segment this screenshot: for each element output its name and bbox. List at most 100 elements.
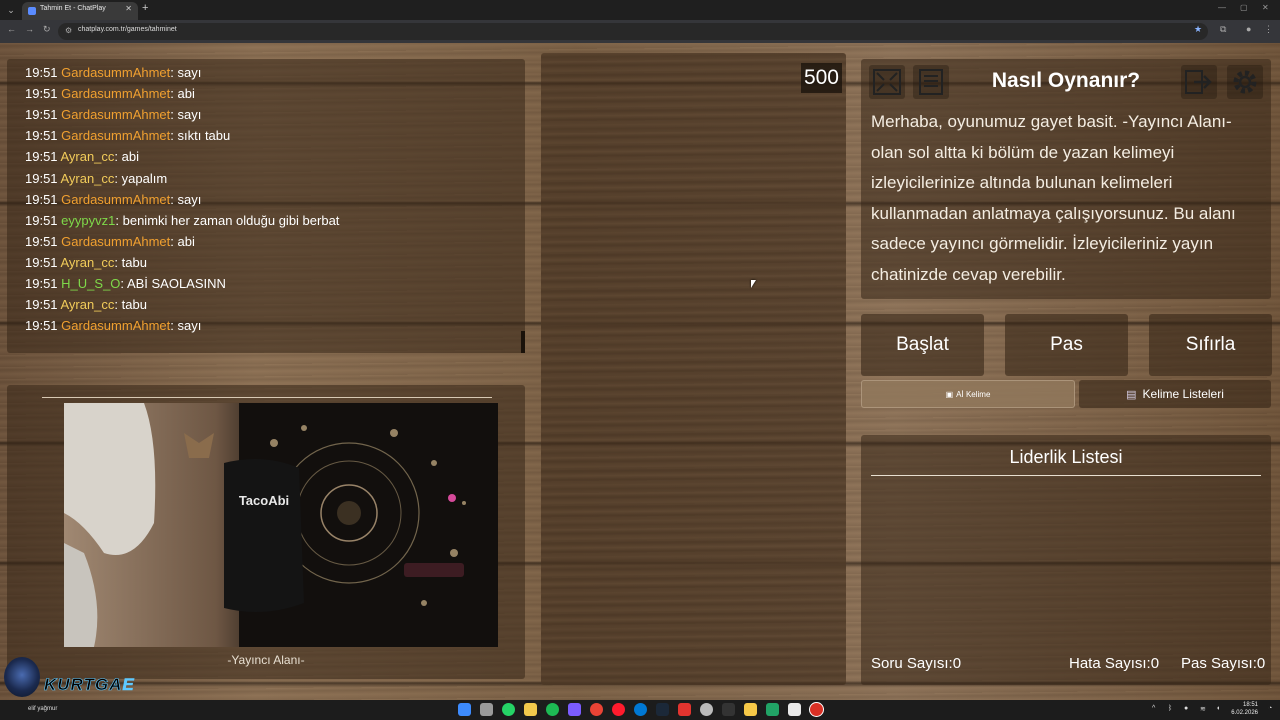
forward-icon[interactable]: → <box>25 24 34 34</box>
window-close-icon[interactable]: ✕ <box>1262 3 1269 12</box>
app-icon[interactable] <box>678 703 691 716</box>
chat-timestamp: 19:51 <box>25 128 58 144</box>
question-count: Soru Sayısı:0 <box>871 655 962 672</box>
chat-username[interactable]: Ayran_cc <box>60 255 114 270</box>
chat-message: 19:51 GardasummAhmet: sıktı tabu <box>25 128 230 143</box>
tray-app-icon[interactable]: ● <box>1184 705 1188 712</box>
chat-username[interactable]: GardasummAhmet <box>61 86 170 101</box>
chat-text: benimki her zaman olduğu gibi berbat <box>122 212 340 228</box>
word-lists-button[interactable]: ▤ Kelime Listeleri <box>1079 380 1271 408</box>
new-tab-icon[interactable]: + <box>142 2 148 14</box>
browser-tab[interactable]: Tahmin Et - ChatPlay ✕ <box>22 2 138 20</box>
wolf-logo-icon <box>4 657 40 697</box>
chat-username[interactable]: GardasummAhmet <box>61 318 170 333</box>
chat-username[interactable]: Ayran_cc <box>60 297 114 312</box>
brand-text-a: KURTGA <box>44 675 123 695</box>
task-view-icon[interactable] <box>480 703 493 716</box>
game-page: 19:51 GardasummAhmet: sayı 19:51 Gardasum… <box>0 43 1280 700</box>
chat-message: 19:51 H_U_S_O: ABİ SAOLASINN <box>25 276 226 291</box>
leaderboard-title: Liderlik Listesi <box>1009 447 1123 467</box>
chat-timestamp: 19:51 <box>25 233 58 249</box>
chat-separator: : <box>114 170 122 186</box>
ai-word-label: Aİ Kelime <box>956 389 991 399</box>
reload-icon[interactable]: ↻ <box>43 24 51 35</box>
bookmark-star-icon[interactable]: ★ <box>1194 24 1202 35</box>
chat-text: sayı <box>177 318 202 334</box>
tab-search-icon[interactable]: ⌄ <box>4 3 18 17</box>
pass-button[interactable]: Pas <box>1005 314 1128 376</box>
chat-username[interactable]: GardasummAhmet <box>61 128 170 143</box>
chat-timestamp: 19:51 <box>25 65 58 80</box>
start-button[interactable]: Başlat <box>861 314 984 376</box>
ai-word-button[interactable]: ▣ Aİ Kelime <box>861 380 1075 408</box>
chat-timestamp: 19:51 <box>25 170 58 186</box>
logout-icon[interactable] <box>1181 65 1217 99</box>
bluetooth-icon[interactable]: ᛒ <box>1168 705 1172 712</box>
chat-username[interactable]: GardasummAhmet <box>61 234 170 249</box>
chat-timestamp: 19:51 <box>25 149 58 165</box>
chat-username[interactable]: GardasummAhmet <box>61 192 170 207</box>
start-menu-icon[interactable] <box>458 703 471 716</box>
chat-separator: : <box>170 65 178 80</box>
app-icon[interactable] <box>788 703 801 716</box>
chat-panel: 19:51 GardasummAhmet: sayı 19:51 Gardasum… <box>7 59 525 353</box>
mouse-cursor <box>751 280 756 288</box>
chat-message: 19:51 GardasummAhmet: sayı <box>25 192 201 207</box>
whatsapp-icon[interactable] <box>502 703 515 716</box>
site-info-icon[interactable]: ⚙ <box>65 26 72 35</box>
edge-icon[interactable] <box>634 703 647 716</box>
tray-chevron-icon[interactable]: ^ <box>1152 705 1155 712</box>
minimize-icon[interactable]: — <box>1218 3 1226 12</box>
brand-logo: KURTGAE <box>44 675 135 695</box>
chat-message: 19:51 GardasummAhmet: abi <box>25 86 195 101</box>
webcam-feed: TacoAbi <box>64 403 498 647</box>
excel-icon[interactable] <box>766 703 779 716</box>
profile-icon[interactable]: ● <box>1246 24 1251 34</box>
notes-icon[interactable] <box>913 65 949 99</box>
app-icon[interactable] <box>700 703 713 716</box>
clock-time: 18:51 <box>1242 702 1258 708</box>
fullscreen-icon[interactable] <box>869 65 905 99</box>
chat-username[interactable]: GardasummAhmet <box>61 65 170 80</box>
gear-icon[interactable] <box>1227 65 1263 99</box>
chat-username[interactable]: GardasummAhmet <box>61 107 170 122</box>
system-clock[interactable]: 18:51 6.02.2026 <box>1231 701 1258 717</box>
url-field[interactable]: ⚙ chatplay.com.tr/games/tahminet <box>58 23 1208 40</box>
browser-menu-icon[interactable]: ⋮ <box>1264 24 1273 35</box>
chat-username[interactable]: eyypyvz1 <box>61 213 115 228</box>
app-icon[interactable] <box>744 703 757 716</box>
volume-icon[interactable]: ◖ <box>1216 705 1220 712</box>
how-to-play-panel: Nasıl Oynanır? Merhaba, oyunumuz gayet b… <box>861 59 1271 299</box>
chat-text: sayı <box>177 65 202 80</box>
chat-username[interactable]: Ayran_cc <box>60 149 114 164</box>
word-lists-label: Kelime Listeleri <box>1142 387 1224 401</box>
reset-button[interactable]: Sıfırla <box>1149 314 1272 376</box>
app-icon[interactable] <box>722 703 735 716</box>
extensions-icon[interactable]: ⧉ <box>1220 24 1226 35</box>
stream-watermark: KURTGAE <box>0 655 190 700</box>
chat-username[interactable]: Ayran_cc <box>60 171 114 186</box>
wifi-icon[interactable]: ≋ <box>1200 705 1206 713</box>
chat-scrollbar[interactable] <box>521 331 525 353</box>
chrome-icon[interactable] <box>590 703 603 716</box>
maximize-icon[interactable]: ▢ <box>1240 3 1248 12</box>
divider <box>42 397 492 398</box>
chat-text: abi <box>121 149 140 165</box>
spotify-icon[interactable] <box>546 703 559 716</box>
leaderboard-panel: Liderlik Listesi Soru Sayısı:0 Hata Sayı… <box>861 435 1271 685</box>
chat-message: 19:51 eyypyvz1: benimki her zaman olduğu… <box>25 213 339 228</box>
svg-text:TacoAbi: TacoAbi <box>239 493 289 508</box>
opera-icon[interactable] <box>612 703 625 716</box>
notification-bell-icon[interactable]: ◔ <box>1268 705 1272 712</box>
back-icon[interactable]: ← <box>7 24 16 34</box>
chat-message: 19:51 Ayran_cc: tabu <box>25 297 147 312</box>
chat-message: 19:51 GardasummAhmet: sayı <box>25 318 201 333</box>
tab-close-icon[interactable]: ✕ <box>125 4 132 13</box>
file-explorer-icon[interactable] <box>524 703 537 716</box>
chat-separator: : <box>170 86 178 102</box>
discord-icon[interactable] <box>568 703 581 716</box>
steam-icon[interactable] <box>656 703 669 716</box>
now-playing-text: elif yağmur <box>28 706 58 712</box>
chat-username[interactable]: H_U_S_O <box>61 276 120 291</box>
obs-icon[interactable] <box>810 703 823 716</box>
